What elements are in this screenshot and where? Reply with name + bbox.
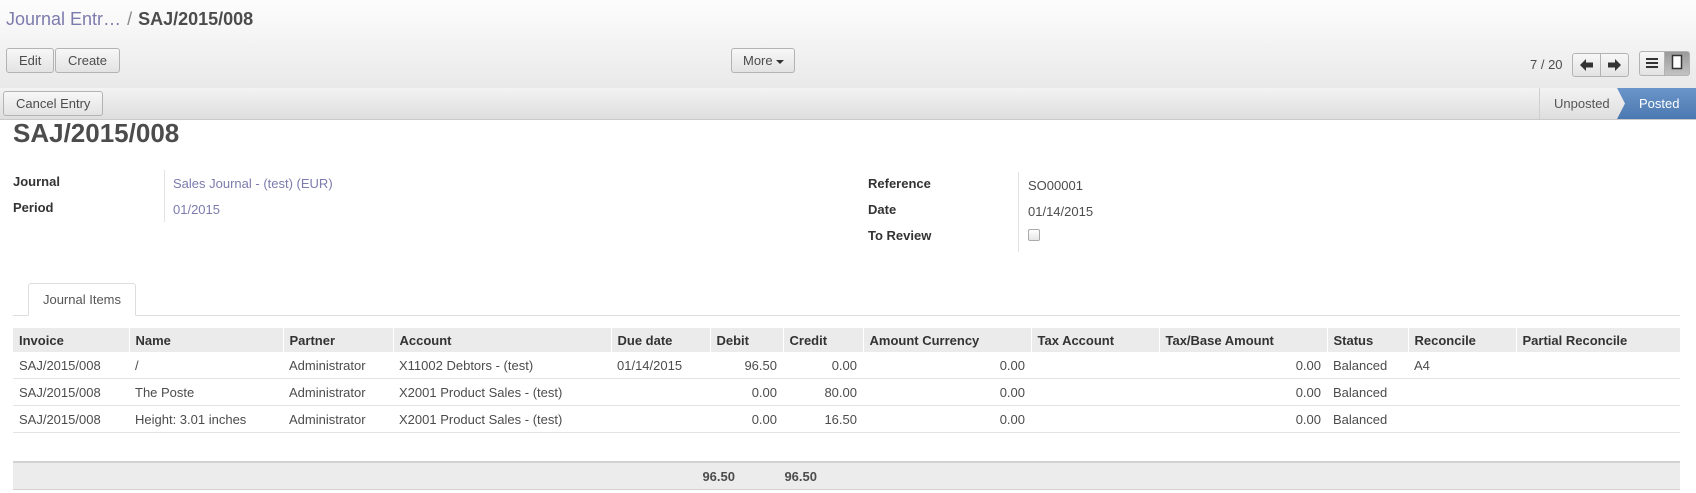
account-cell: X2001 Product Sales - (test) [393, 405, 611, 433]
journal-link[interactable]: Sales Journal - (test) (EUR) [173, 176, 333, 191]
invoice-cell: SAJ/2015/008 [13, 405, 129, 433]
tax-base-amount-cell: 0.00 [1159, 378, 1327, 406]
status-stage-unposted[interactable]: Unposted [1539, 88, 1619, 119]
page-title: SAJ/2015/008 [13, 118, 180, 148]
pager-counter: 7 / 20 [1530, 57, 1563, 72]
status-cell: Balanced [1327, 378, 1408, 406]
table-row[interactable]: SAJ/2015/008 Height: 3.01 inches Adminis… [13, 405, 1680, 433]
tab-strip-line [13, 315, 1680, 316]
column-header[interactable]: Credit [782, 328, 863, 352]
amount-currency-cell: 0.00 [863, 378, 1031, 406]
column-header[interactable]: Status [1326, 328, 1408, 352]
cancel-entry-button[interactable]: Cancel Entry [3, 91, 104, 116]
amount-currency-cell: 0.00 [863, 405, 1031, 433]
period-label: Period [13, 200, 54, 215]
partner-cell: Administrator [283, 405, 393, 433]
amount-currency-cell: 0.00 [863, 352, 1031, 379]
reconcile-cell [1408, 405, 1516, 433]
partial-reconcile-cell [1516, 378, 1680, 406]
credit-total: 96.50 [784, 469, 817, 484]
tax-account-cell [1031, 378, 1159, 406]
top-bar: Journal Entr… / SAJ/2015/008 Edit Create M… [0, 0, 1696, 89]
pager-next-button[interactable] [1600, 53, 1629, 77]
status-bar: Cancel Entry Unposted Posted [0, 88, 1696, 120]
reconcile-cell: A4 [1408, 352, 1516, 379]
partner-cell: Administrator [283, 352, 393, 379]
form-icon [1671, 54, 1683, 70]
list-view-button[interactable] [1639, 51, 1665, 76]
table-header-row: Invoice Name Partner Account Due date De… [13, 328, 1680, 352]
date-value: 01/14/2015 [1028, 204, 1094, 219]
column-header[interactable]: Due date [610, 328, 710, 352]
pager-previous-button[interactable] [1572, 53, 1601, 77]
table-row[interactable]: SAJ/2015/008 / Administrator X11002 Debt… [13, 352, 1680, 379]
status-cell: Balanced [1327, 352, 1408, 379]
debit-cell: 0.00 [710, 405, 783, 433]
partial-reconcile-cell [1516, 352, 1680, 379]
totals-row: 96.50 96.50 [13, 461, 1680, 490]
chevron-down-icon [775, 59, 784, 64]
breadcrumb-current: SAJ/2015/008 [138, 9, 254, 29]
debit-cell: 0.00 [710, 378, 783, 406]
partial-reconcile-cell [1516, 405, 1680, 433]
table-row[interactable]: SAJ/2015/008 The Poste Administrator X20… [13, 378, 1680, 406]
tax-account-cell [1031, 352, 1159, 379]
tax-base-amount-cell: 0.00 [1159, 405, 1327, 433]
more-dropdown-button[interactable]: More [731, 48, 795, 73]
account-cell: X11002 Debtors - (test) [393, 352, 611, 379]
edit-button[interactable]: Edit [6, 48, 55, 73]
breadcrumb-separator: / [127, 9, 133, 29]
breadcrumb-parent-link[interactable]: Journal Entr… [6, 9, 121, 29]
column-header[interactable]: Name [128, 328, 283, 352]
account-cell: X2001 Product Sales - (test) [393, 378, 611, 406]
reference-value: SO00001 [1028, 178, 1083, 193]
column-header[interactable]: Debit [709, 328, 783, 352]
period-link[interactable]: 01/2015 [173, 202, 220, 217]
column-header[interactable]: Account [392, 328, 611, 352]
partner-cell: Administrator [283, 378, 393, 406]
column-header[interactable]: Partner [282, 328, 393, 352]
name-cell: / [129, 352, 283, 379]
journal-label: Journal [13, 174, 60, 189]
column-header[interactable]: Tax/Base Amount [1158, 328, 1327, 352]
reference-label: Reference [868, 176, 931, 191]
column-header[interactable]: Partial Reconcile [1515, 328, 1680, 352]
name-cell: Height: 3.01 inches [129, 405, 283, 433]
tax-base-amount-cell: 0.00 [1159, 352, 1327, 379]
status-stage-posted[interactable]: Posted [1617, 88, 1696, 119]
credit-cell: 16.50 [783, 405, 863, 433]
more-label: More [743, 53, 773, 68]
due-date-cell [611, 405, 710, 433]
due-date-cell: 01/14/2015 [611, 352, 710, 379]
column-header[interactable]: Invoice [13, 328, 129, 352]
arrow-right-icon [1608, 59, 1621, 71]
create-button[interactable]: Create [55, 48, 121, 73]
journal-items-table: Invoice Name Partner Account Due date De… [13, 328, 1680, 433]
field-divider [1018, 172, 1019, 252]
invoice-cell: SAJ/2015/008 [13, 352, 129, 379]
tax-account-cell [1031, 405, 1159, 433]
debit-cell: 96.50 [710, 352, 783, 379]
field-divider [164, 170, 165, 222]
credit-cell: 80.00 [783, 378, 863, 406]
status-cell: Balanced [1327, 405, 1408, 433]
invoice-cell: SAJ/2015/008 [13, 378, 129, 406]
breadcrumb: Journal Entr… / SAJ/2015/008 [6, 9, 253, 30]
debit-total: 96.50 [702, 469, 735, 484]
arrow-left-icon [1580, 59, 1593, 71]
reconcile-cell [1408, 378, 1516, 406]
to-review-checkbox[interactable] [1028, 229, 1040, 241]
column-header[interactable]: Tax Account [1030, 328, 1159, 352]
column-header[interactable]: Amount Currency [862, 328, 1031, 352]
name-cell: The Poste [129, 378, 283, 406]
form-view-button[interactable] [1664, 51, 1690, 76]
to-review-label: To Review [868, 228, 932, 243]
tab-journal-items[interactable]: Journal Items [28, 283, 136, 316]
column-header[interactable]: Reconcile [1407, 328, 1516, 352]
due-date-cell [611, 378, 710, 406]
credit-cell: 0.00 [783, 352, 863, 379]
list-icon [1646, 58, 1658, 68]
date-label: Date [868, 202, 897, 217]
